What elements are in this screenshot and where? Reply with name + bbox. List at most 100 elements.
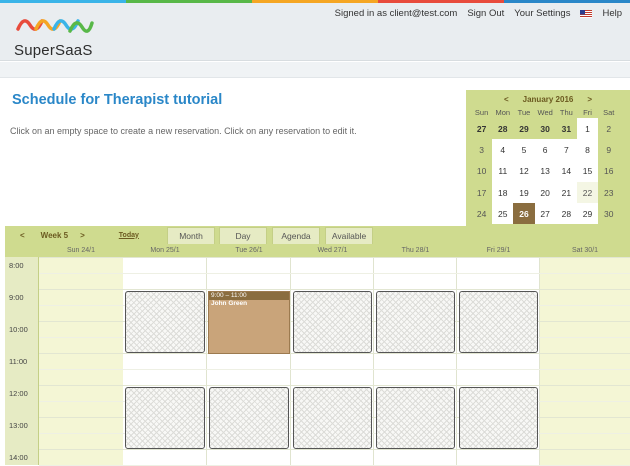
mini-date-cell[interactable]: 4 [492,139,514,161]
available-slot-fri-afternoon[interactable] [459,387,538,449]
mini-date-cell[interactable]: 24 [471,203,493,225]
mini-date-cell[interactable]: 29 [576,203,599,225]
time-label: 8:00 [9,261,24,270]
supersaas-logo[interactable]: SuperSaaS [14,11,124,59]
mini-date-cell[interactable]: 15 [576,160,599,182]
mini-weekday: Tue [517,107,531,117]
mini-date-cell[interactable]: 19 [513,181,535,204]
day-header-sat: Sat 30/1 [571,247,599,254]
mini-date-cell[interactable]: 28 [555,203,577,225]
tab-available[interactable]: Available [325,227,373,244]
mini-date-cell[interactable]: 17 [471,181,493,204]
time-label: 11:00 [9,357,28,366]
week-nav: < Week 5 > Today [5,226,165,244]
mini-prev-month-button[interactable]: < [504,95,509,104]
mini-date-cell[interactable]: 12 [513,160,535,182]
day-header-mon: Mon 25/1 [150,247,180,254]
mini-date-cell[interactable]: 29 [513,118,535,140]
mini-date-cell[interactable]: 14 [555,160,577,182]
mini-date-cell[interactable]: 16 [598,160,620,182]
day-header-sun: Sun 24/1 [66,247,96,254]
header: SuperSaaS Signed in as client@test.com S… [0,3,630,61]
day-header-thu: Thu 28/1 [401,247,430,254]
available-slot-tue-afternoon[interactable] [209,387,289,449]
available-slot-wed-morning[interactable] [293,291,372,353]
sub-bar [0,62,630,78]
mini-date-cell[interactable]: 23 [598,181,620,204]
time-label: 9:00 [9,293,24,302]
mini-date-cell[interactable]: 3 [471,139,493,161]
mini-date-cell[interactable]: 26 [513,203,535,225]
mini-weekday: Thu [559,107,573,117]
us-flag-icon[interactable] [580,9,593,18]
mini-date-cell[interactable]: 11 [492,160,514,182]
mini-date-cell[interactable]: 27 [534,203,556,225]
day-header-wed: Wed 27/1 [317,247,348,254]
available-slot-wed-afternoon[interactable] [293,387,372,449]
mini-date-cell[interactable]: 22 [576,181,599,204]
time-label: 13:00 [9,421,28,430]
mini-date-cell[interactable]: 30 [598,203,620,225]
today-link[interactable]: Today [119,232,139,239]
mini-weekday-row: Sun Mon Tue Wed Thu Fri Sat [471,106,630,118]
reservation-name: John Green [211,300,248,307]
mini-weekday: Sat [603,107,615,117]
available-slot-thu-afternoon[interactable] [376,387,455,449]
help-link[interactable]: Help [602,8,622,19]
mini-next-month-button[interactable]: > [587,95,592,104]
grid-line [39,369,630,370]
mini-date-cell[interactable]: 8 [576,139,599,161]
top-nav: Signed in as client@test.com Sign Out Yo… [335,8,622,19]
mini-date-cell[interactable]: 30 [534,118,556,140]
available-slot-mon-afternoon[interactable] [125,387,205,449]
tab-agenda[interactable]: Agenda [272,227,320,244]
available-slot-fri-morning[interactable] [459,291,538,353]
your-settings-link[interactable]: Your Settings [514,8,570,19]
tab-month[interactable]: Month [167,227,215,244]
mini-date-cell[interactable]: 2 [598,118,620,140]
sign-out-link[interactable]: Sign Out [467,8,504,19]
mini-calendar-header: < January 2016 > [466,92,630,106]
mini-calendar: < January 2016 > Sun Mon Tue Wed Thu Fri… [466,90,630,246]
week-label: Week 5 [40,230,69,240]
prev-week-button[interactable]: < [20,231,25,240]
mini-date-cell[interactable]: 1 [576,118,599,140]
mini-date-cell[interactable]: 21 [555,181,577,204]
reservation-booking[interactable]: 9:00 – 11:00 John Green [208,291,290,354]
mini-date-cell[interactable]: 7 [555,139,577,161]
grid-line [39,289,630,290]
next-week-button[interactable]: > [80,231,85,240]
reservation-time: 9:00 – 11:00 [209,292,289,300]
mini-date-cell[interactable]: 18 [492,181,514,204]
mini-month-label: January 2016 [522,94,574,104]
schedule-grid[interactable]: 8:00 9:00 10:00 11:00 12:00 13:00 14:00 … [5,257,630,466]
instructions-text: Click on an empty space to create a new … [10,126,357,136]
mini-weekday: Fri [583,107,592,117]
mini-weekday: Mon [495,107,511,117]
mini-date-cell[interactable]: 5 [513,139,535,161]
mini-date-cell[interactable]: 27 [471,118,493,140]
mini-date-cell[interactable]: 9 [598,139,620,161]
time-label: 14:00 [9,453,28,462]
mini-date-cell[interactable]: 10 [471,160,493,182]
mini-date-cell[interactable]: 28 [492,118,514,140]
available-slot-thu-morning[interactable] [376,291,455,353]
mini-date-cell[interactable]: 6 [534,139,556,161]
mini-weekday: Sun [474,107,489,117]
brand-name: SuperSaaS [14,42,93,59]
day-header-tue: Tue 26/1 [235,247,263,254]
logo-swirl-icon [16,19,94,33]
time-label: 12:00 [9,389,28,398]
mini-date-cell[interactable]: 31 [555,118,577,140]
available-slot-mon-morning[interactable] [125,291,205,353]
signed-in-text: Signed in as client@test.com [334,8,458,19]
week-calendar: < Week 5 > Today Month Day Agenda Availa… [5,226,630,466]
page-title: Schedule for Therapist tutorial [12,92,223,108]
mini-date-cell[interactable]: 25 [492,203,514,225]
mini-date-cell[interactable]: 13 [534,160,556,182]
day-header-fri: Fri 29/1 [486,247,511,254]
tab-day[interactable]: Day [219,227,267,244]
grid-line [39,353,630,354]
mini-date-cell[interactable]: 20 [534,181,556,204]
mini-weekday: Wed [537,107,553,117]
